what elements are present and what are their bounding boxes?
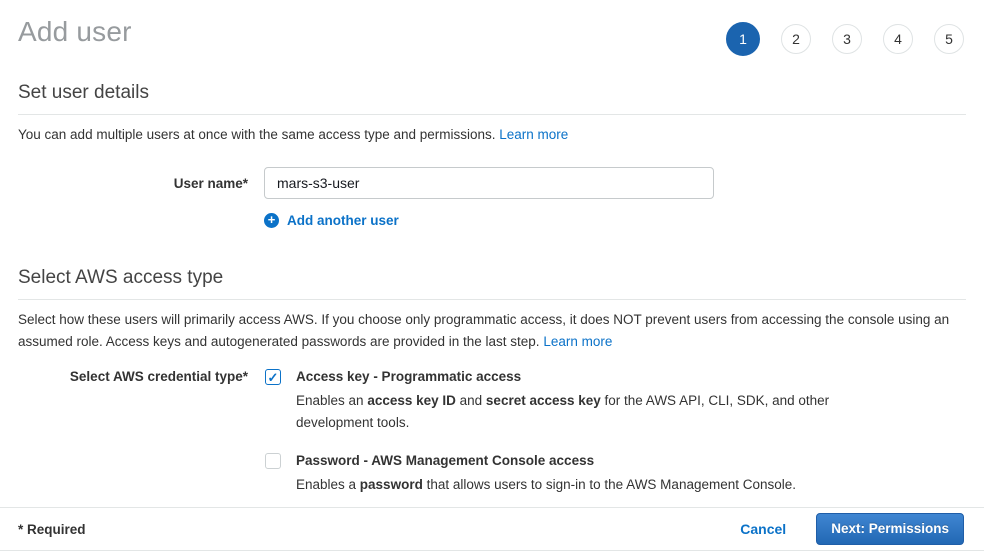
access-key-option-title: Access key - Programmatic access bbox=[296, 368, 836, 385]
wizard-step-indicator: 1 2 3 4 5 bbox=[726, 22, 964, 56]
access-key-option-body: Access key - Programmatic access Enables… bbox=[296, 368, 836, 434]
user-details-learn-more-link[interactable]: Learn more bbox=[499, 127, 568, 142]
page-title: Add user bbox=[18, 16, 132, 48]
select-access-type-heading: Select AWS access type bbox=[18, 267, 966, 300]
user-name-field-wrap bbox=[264, 167, 714, 199]
add-another-user-link[interactable]: + Add another user bbox=[264, 213, 399, 228]
step-1-indicator: 1 bbox=[726, 22, 760, 56]
step-5-indicator: 5 bbox=[934, 24, 964, 54]
password-option-desc: Enables a password that allows users to … bbox=[296, 474, 796, 496]
desc-bold-text: access key ID bbox=[367, 393, 456, 408]
password-option: Password - AWS Management Console access… bbox=[265, 452, 836, 496]
user-name-label: User name* bbox=[18, 167, 248, 191]
credential-options: ✓ Access key - Programmatic access Enabl… bbox=[265, 368, 836, 496]
set-user-details-description-text: You can add multiple users at once with … bbox=[18, 127, 499, 142]
next-permissions-button[interactable]: Next: Permissions bbox=[816, 513, 964, 545]
plus-circle-icon: + bbox=[264, 213, 279, 228]
cancel-button[interactable]: Cancel bbox=[740, 521, 786, 537]
credential-type-label: Select AWS credential type* bbox=[18, 368, 248, 384]
main-content: Set user details You can add multiple us… bbox=[0, 82, 984, 496]
credential-type-row: Select AWS credential type* ✓ Access key… bbox=[18, 368, 966, 496]
desc-text: Enables a bbox=[296, 477, 360, 492]
step-2-indicator: 2 bbox=[781, 24, 811, 54]
select-access-type-description: Select how these users will primarily ac… bbox=[18, 309, 966, 353]
desc-text: that allows users to sign-in to the AWS … bbox=[423, 477, 796, 492]
password-option-body: Password - AWS Management Console access… bbox=[296, 452, 796, 496]
select-access-type-section: Select AWS access type Select how these … bbox=[18, 267, 966, 496]
step-4-indicator: 4 bbox=[883, 24, 913, 54]
add-another-user-label: Add another user bbox=[287, 213, 399, 228]
desc-text: and bbox=[456, 393, 486, 408]
access-key-option: ✓ Access key - Programmatic access Enabl… bbox=[265, 368, 836, 434]
checkmark-icon: ✓ bbox=[268, 371, 279, 384]
access-key-option-desc: Enables an access key ID and secret acce… bbox=[296, 390, 836, 434]
set-user-details-heading: Set user details bbox=[18, 82, 966, 115]
page-header: Add user 1 2 3 4 5 bbox=[0, 0, 984, 56]
user-name-input[interactable] bbox=[264, 167, 714, 199]
required-note: * Required bbox=[18, 522, 86, 537]
password-option-title: Password - AWS Management Console access bbox=[296, 452, 796, 469]
select-access-type-description-text: Select how these users will primarily ac… bbox=[18, 312, 949, 349]
wizard-footer: * Required Cancel Next: Permissions bbox=[0, 507, 984, 551]
user-name-row: User name* bbox=[18, 167, 966, 199]
desc-bold-text: secret access key bbox=[486, 393, 601, 408]
access-key-checkbox[interactable]: ✓ bbox=[265, 369, 281, 385]
set-user-details-section: Set user details You can add multiple us… bbox=[18, 82, 966, 229]
desc-text: Enables an bbox=[296, 393, 367, 408]
password-checkbox[interactable] bbox=[265, 453, 281, 469]
set-user-details-description: You can add multiple users at once with … bbox=[18, 124, 966, 146]
desc-bold-text: password bbox=[360, 477, 423, 492]
step-3-indicator: 3 bbox=[832, 24, 862, 54]
access-type-learn-more-link[interactable]: Learn more bbox=[543, 334, 612, 349]
